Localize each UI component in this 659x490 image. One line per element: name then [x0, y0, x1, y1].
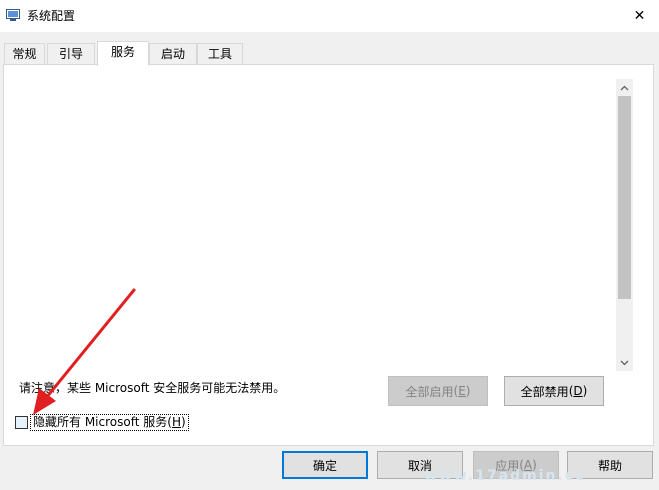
services-panel: 请注意，某些 Microsoft 安全服务可能无法禁用。 全部启用(E) 全部禁… [3, 64, 654, 446]
tab-tools[interactable]: 工具 [197, 43, 243, 64]
scroll-thumb[interactable] [618, 96, 631, 299]
tab-startup[interactable]: 启动 [149, 43, 197, 64]
title-bar: 系统配置 ✕ [0, 0, 659, 32]
hide-ms-services-row[interactable]: 隐藏所有 Microsoft 服务(H) [15, 413, 189, 431]
site-watermark: www.17admin.cc [424, 468, 586, 484]
disable-all-button[interactable]: 全部禁用(D) [504, 376, 604, 406]
chevron-up-icon [620, 85, 629, 90]
tab-services[interactable]: 服务 [97, 41, 149, 66]
enable-all-button[interactable]: 全部启用(E) [388, 376, 488, 406]
scroll-down-button[interactable] [616, 354, 633, 371]
vertical-scrollbar[interactable] [616, 79, 633, 371]
chevron-down-icon [620, 360, 629, 365]
hide-ms-services-checkbox[interactable] [15, 415, 28, 429]
tab-strip: 常规 引导 服务 启动 工具 [0, 41, 659, 66]
hide-ms-services-label[interactable]: 隐藏所有 Microsoft 服务(H) [30, 413, 189, 431]
ok-button[interactable]: 确定 [282, 451, 368, 479]
close-icon: ✕ [633, 8, 646, 24]
close-button[interactable]: ✕ [620, 0, 659, 32]
tab-boot[interactable]: 引导 [47, 43, 95, 64]
window-title: 系统配置 [27, 9, 76, 23]
tab-general[interactable]: 常规 [4, 43, 45, 64]
scroll-up-button[interactable] [616, 79, 633, 96]
system-config-icon [6, 9, 20, 21]
security-services-note: 请注意，某些 Microsoft 安全服务可能无法禁用。 [19, 381, 286, 395]
system-config-window: 系统配置 ✕ 常规 引导 服务 启动 工具 请注意，某些 Microsoft 安… [0, 0, 659, 490]
services-list[interactable] [14, 79, 634, 371]
